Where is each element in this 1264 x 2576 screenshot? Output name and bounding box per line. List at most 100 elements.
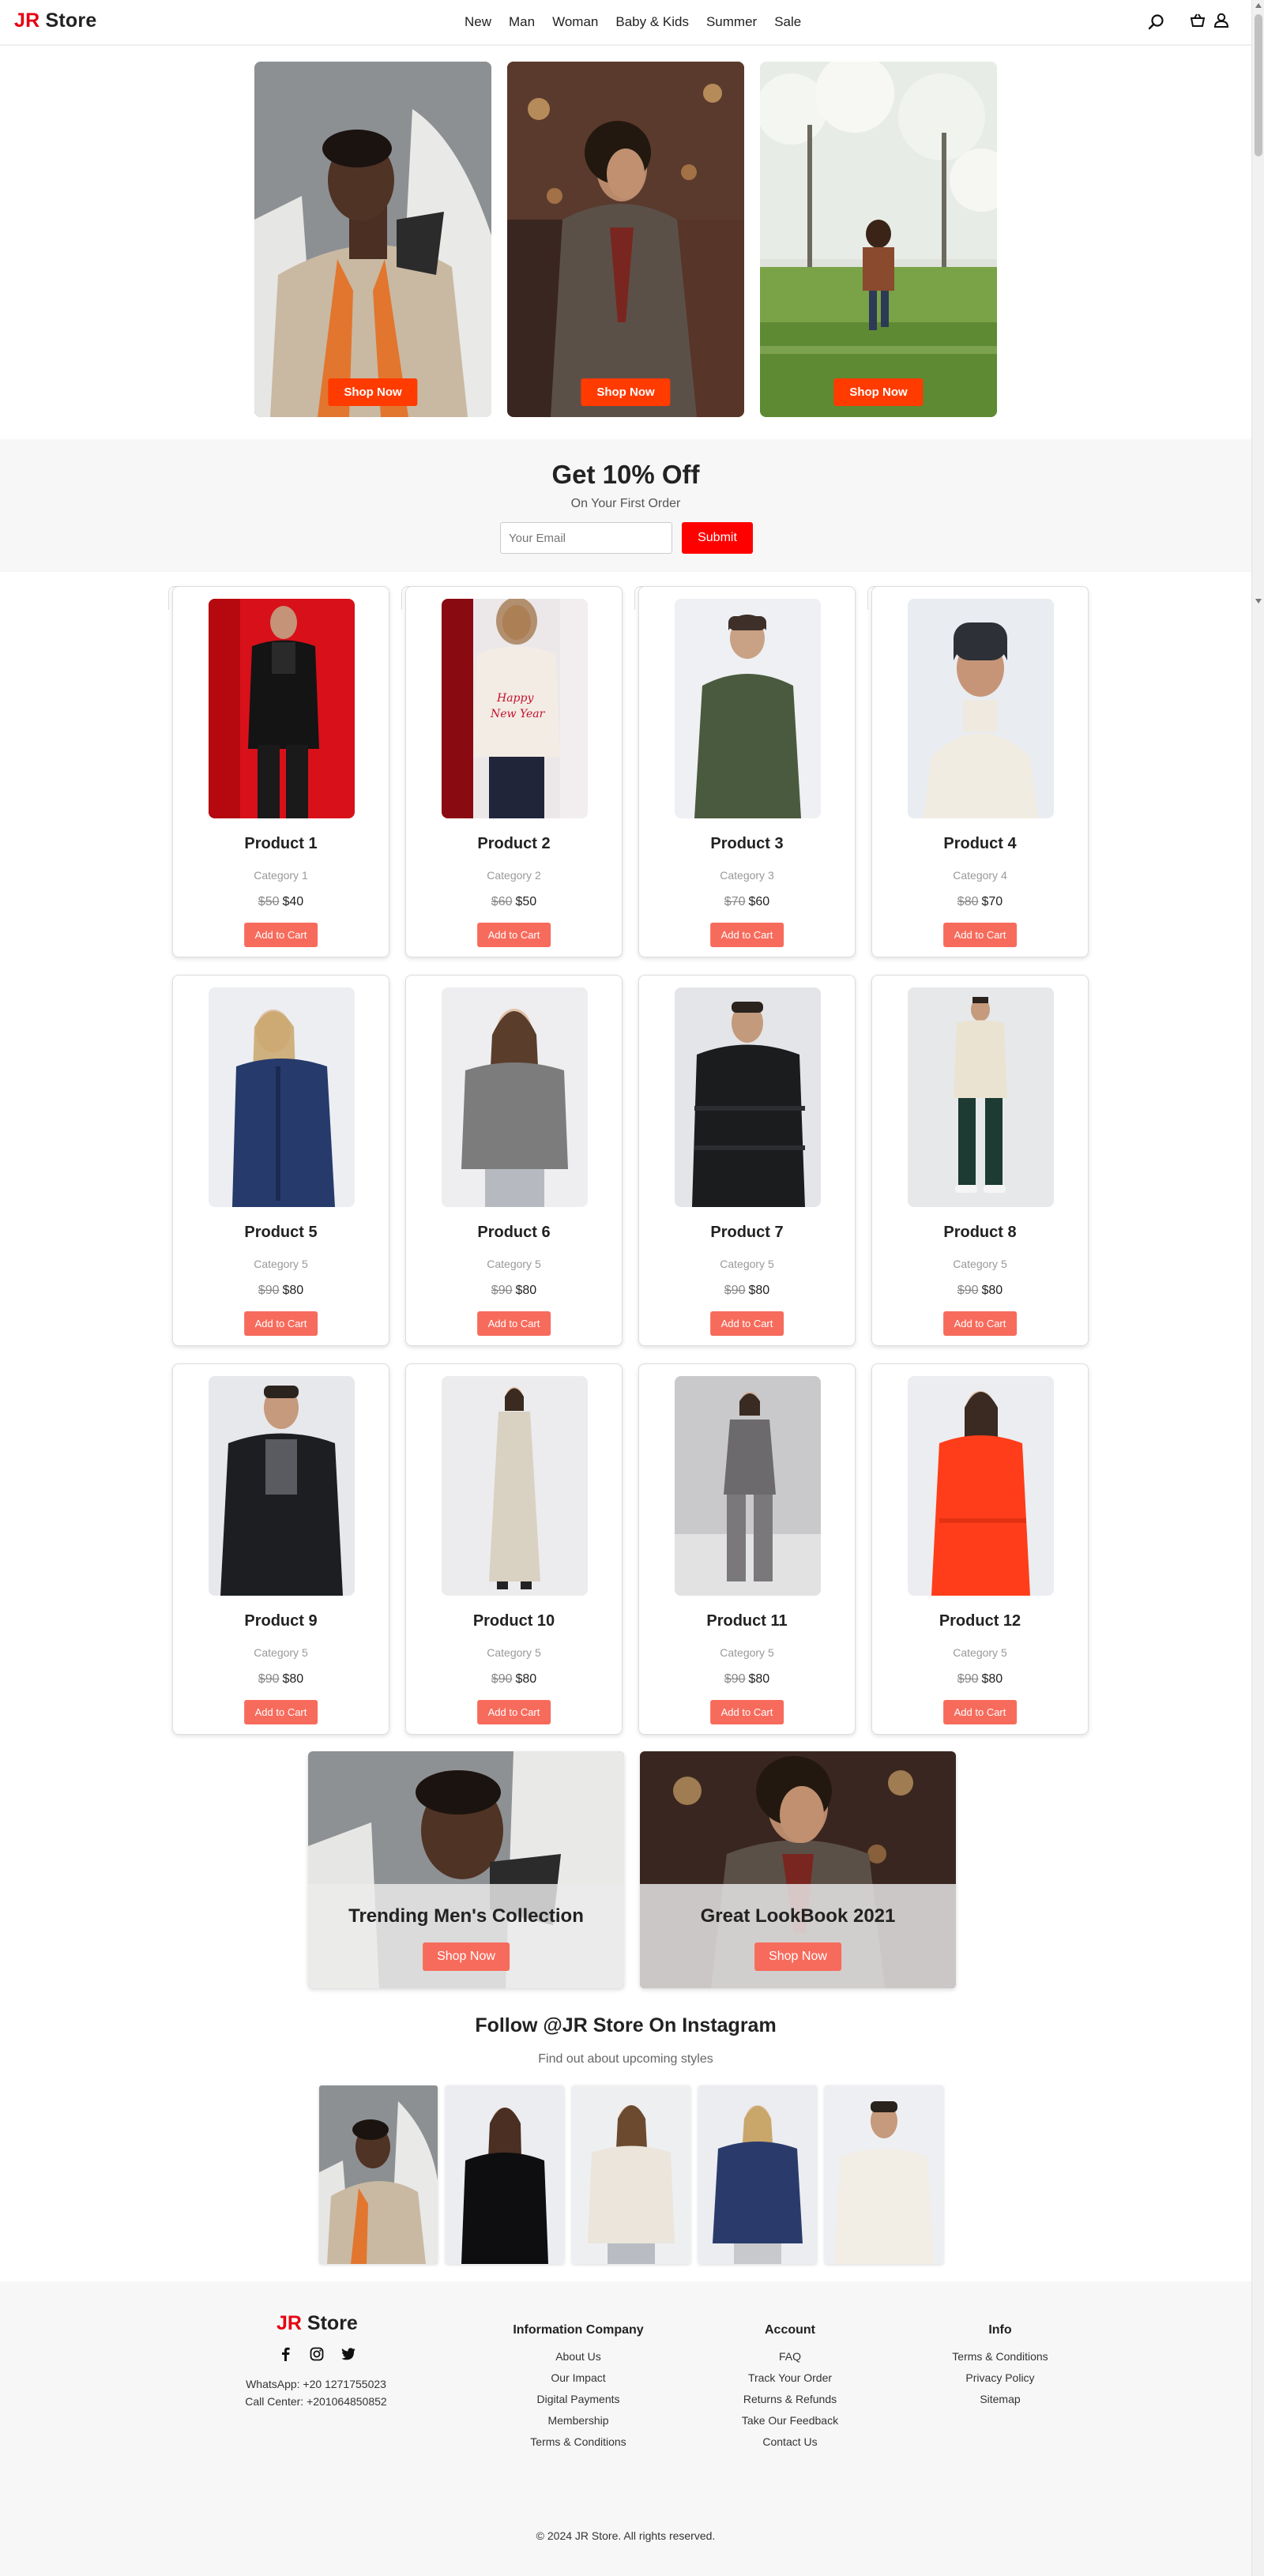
page-scrollbar[interactable] bbox=[1251, 0, 1264, 2576]
hero-gallery: Shop Now Shop Now Shop Now bbox=[254, 62, 997, 417]
add-to-cart-button[interactable]: Add to Cart bbox=[243, 923, 318, 947]
banner-shop-now-button[interactable]: Shop Now bbox=[423, 1942, 510, 1971]
product-image[interactable] bbox=[209, 599, 355, 818]
footer-link-membership[interactable]: Membership bbox=[499, 2410, 657, 2431]
product-card[interactable]: Happy New Year Product 2 Category 2 $60 $5… bbox=[405, 586, 623, 957]
product-card[interactable]: Product 11 Category 5 $90 $80 Add to Cart bbox=[638, 1363, 856, 1735]
product-image[interactable] bbox=[442, 1376, 588, 1596]
product-price: $90 $80 bbox=[173, 1284, 389, 1298]
nav-sale[interactable]: Sale bbox=[774, 14, 801, 30]
footer-link-digital-payments[interactable]: Digital Payments bbox=[499, 2389, 657, 2410]
product-card[interactable]: Product 1 Category 1 $50 $40 Add to Cart bbox=[172, 586, 389, 957]
product-card[interactable]: Product 7 Category 5 $90 $80 Add to Cart bbox=[638, 975, 856, 1346]
basket-icon[interactable] bbox=[1188, 11, 1207, 30]
product-image[interactable] bbox=[442, 987, 588, 1207]
add-to-cart-button[interactable]: Add to Cart bbox=[709, 1700, 784, 1724]
product-image[interactable] bbox=[209, 1376, 355, 1596]
footer-link-terms[interactable]: Terms & Conditions bbox=[499, 2431, 657, 2453]
footer-link-privacy[interactable]: Privacy Policy bbox=[921, 2367, 1079, 2389]
add-to-cart-button[interactable]: Add to Cart bbox=[709, 1311, 784, 1336]
user-icon[interactable] bbox=[1212, 11, 1231, 30]
add-to-cart-button[interactable]: Add to Cart bbox=[476, 1311, 551, 1336]
instagram-photo[interactable] bbox=[319, 2085, 438, 2264]
nav-baby-kids[interactable]: Baby & Kids bbox=[615, 14, 689, 30]
old-price: $90 bbox=[724, 1672, 746, 1686]
add-to-cart-button[interactable]: Add to Cart bbox=[243, 1311, 318, 1336]
product-card[interactable]: Product 8 Category 5 $90 $80 Add to Cart bbox=[871, 975, 1089, 1346]
hero-shop-now-button[interactable]: Shop Now bbox=[833, 378, 924, 406]
footer-link-sitemap[interactable]: Sitemap bbox=[921, 2389, 1079, 2410]
product-card[interactable]: Product 6 Category 5 $90 $80 Add to Cart bbox=[405, 975, 623, 1346]
submit-button[interactable]: Submit bbox=[682, 522, 753, 554]
banner-shop-now-button[interactable]: Shop Now bbox=[754, 1942, 841, 1971]
add-to-cart-button[interactable]: Add to Cart bbox=[476, 923, 551, 947]
instagram-title: Follow @JR Store On Instagram bbox=[475, 2014, 777, 2036]
product-price: $60 $50 bbox=[406, 895, 622, 909]
banner-men[interactable]: Trending Men's Collection Shop Now bbox=[308, 1751, 624, 1988]
product-image[interactable] bbox=[675, 987, 821, 1207]
footer-column-info: Info Terms & Conditions Privacy Policy S… bbox=[921, 2323, 1079, 2410]
product-image[interactable] bbox=[209, 987, 355, 1207]
nav-summer[interactable]: Summer bbox=[706, 14, 757, 30]
product-image[interactable] bbox=[908, 987, 1054, 1207]
new-price: $50 bbox=[515, 895, 537, 908]
product-card[interactable]: Product 10 Category 5 $90 $80 Add to Cart bbox=[405, 1363, 623, 1735]
product-card[interactable]: Product 12 Category 5 $90 $80 Add to Cart bbox=[871, 1363, 1089, 1735]
footer-logo[interactable]: JR Store bbox=[276, 2312, 358, 2335]
instagram-photo[interactable] bbox=[698, 2085, 817, 2264]
add-to-cart-button[interactable]: Add to Cart bbox=[476, 1700, 551, 1724]
product-image[interactable]: Happy New Year bbox=[442, 599, 588, 818]
product-image[interactable] bbox=[908, 599, 1054, 818]
product-card[interactable]: Product 9 Category 5 $90 $80 Add to Cart bbox=[172, 1363, 389, 1735]
banner-lookbook[interactable]: Great LookBook 2021 Shop Now bbox=[640, 1751, 956, 1988]
instagram-icon[interactable] bbox=[310, 2347, 324, 2361]
product-card[interactable]: Product 5 Category 5 $90 $80 Add to Cart bbox=[172, 975, 389, 1346]
new-price: $80 bbox=[981, 1284, 1003, 1297]
add-to-cart-button[interactable]: Add to Cart bbox=[709, 923, 784, 947]
twitter-icon[interactable] bbox=[341, 2347, 356, 2361]
product-image[interactable] bbox=[908, 1376, 1054, 1596]
new-price: $80 bbox=[282, 1284, 304, 1297]
product-card[interactable]: Product 4 Category 4 $80 $70 Add to Cart bbox=[871, 586, 1089, 957]
scroll-down-arrow[interactable] bbox=[1255, 599, 1262, 604]
hero-card-kids[interactable]: Shop Now bbox=[760, 62, 997, 417]
product-category: Category 1 bbox=[254, 869, 308, 882]
hero-card-women[interactable]: Shop Now bbox=[507, 62, 744, 417]
add-to-cart-button[interactable]: Add to Cart bbox=[942, 1311, 1018, 1336]
footer-link-our-impact[interactable]: Our Impact bbox=[499, 2367, 657, 2389]
product-card[interactable]: Product 3 Category 3 $70 $60 Add to Cart bbox=[638, 586, 856, 957]
instagram-photo[interactable] bbox=[572, 2085, 690, 2264]
instagram-photo[interactable] bbox=[446, 2085, 564, 2264]
svg-text:New Year: New Year bbox=[490, 708, 546, 720]
hero-shop-now-button[interactable]: Shop Now bbox=[581, 378, 671, 406]
whatsapp-number[interactable]: WhatsApp: +20 1271755023 bbox=[237, 2375, 395, 2393]
scroll-thumb[interactable] bbox=[1255, 14, 1262, 156]
footer-link-faq[interactable]: FAQ bbox=[711, 2346, 869, 2367]
new-price: $40 bbox=[282, 895, 304, 908]
footer-link-track-order[interactable]: Track Your Order bbox=[711, 2367, 869, 2389]
hero-shop-now-button[interactable]: Shop Now bbox=[328, 378, 418, 406]
footer-link-returns[interactable]: Returns & Refunds bbox=[711, 2389, 869, 2410]
footer-link-about-us[interactable]: About Us bbox=[499, 2346, 657, 2367]
email-field[interactable] bbox=[500, 522, 672, 554]
instagram-photo[interactable] bbox=[825, 2085, 943, 2264]
add-to-cart-button[interactable]: Add to Cart bbox=[942, 923, 1018, 947]
facebook-icon[interactable] bbox=[278, 2347, 292, 2361]
site-header: JR Store New Man Woman Baby & Kids Summe… bbox=[0, 0, 1251, 46]
add-to-cart-button[interactable]: Add to Cart bbox=[243, 1700, 318, 1724]
site-logo[interactable]: JR Store bbox=[14, 9, 96, 32]
product-name: Product 7 bbox=[710, 1224, 784, 1241]
nav-man[interactable]: Man bbox=[509, 14, 535, 30]
product-image[interactable] bbox=[675, 1376, 821, 1596]
search-icon[interactable] bbox=[1147, 13, 1166, 32]
nav-new[interactable]: New bbox=[465, 14, 491, 30]
call-center-number[interactable]: Call Center: +201064850852 bbox=[237, 2393, 395, 2410]
add-to-cart-button[interactable]: Add to Cart bbox=[942, 1700, 1018, 1724]
footer-link-contact[interactable]: Contact Us bbox=[711, 2431, 869, 2453]
footer-link-terms[interactable]: Terms & Conditions bbox=[921, 2346, 1079, 2367]
scroll-up-arrow[interactable] bbox=[1255, 3, 1262, 8]
hero-card-men[interactable]: Shop Now bbox=[254, 62, 491, 417]
nav-woman[interactable]: Woman bbox=[552, 14, 598, 30]
footer-link-feedback[interactable]: Take Our Feedback bbox=[711, 2410, 869, 2431]
product-image[interactable] bbox=[675, 599, 821, 818]
